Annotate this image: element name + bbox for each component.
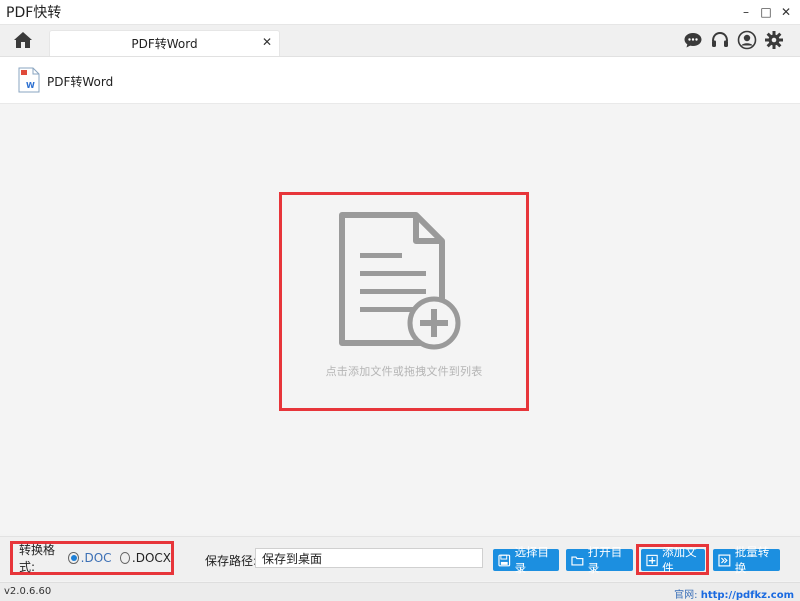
- choose-directory-label: 选择目录: [514, 545, 550, 575]
- chat-icon[interactable]: [683, 30, 703, 50]
- radio-doc-label[interactable]: .DOC: [81, 551, 112, 565]
- save-icon: [498, 554, 511, 566]
- radio-doc[interactable]: [68, 552, 79, 564]
- app-title: PDF快转: [6, 5, 62, 21]
- choose-directory-button[interactable]: 选择目录: [493, 545, 559, 575]
- gear-icon[interactable]: [764, 30, 784, 50]
- tab-label: PDF转Word: [131, 37, 198, 51]
- folder-icon: [571, 555, 584, 566]
- title-bar: PDF快转 – □ ✕: [0, 0, 800, 25]
- batch-convert-label: 批量转换: [734, 545, 770, 575]
- status-bar: v2.0.6.60 官网: http://pdfkz.com: [0, 582, 800, 601]
- headset-icon[interactable]: [710, 30, 730, 50]
- tab-pdf-to-word[interactable]: PDF转Word ✕: [49, 30, 280, 56]
- format-label: 转换格式:: [19, 543, 56, 574]
- format-selector: 转换格式: .DOC .DOCX: [10, 541, 174, 575]
- radio-docx-label[interactable]: .DOCX: [132, 551, 171, 565]
- maximize-button[interactable]: □: [756, 2, 776, 22]
- drop-hint: 点击添加文件或拖拽文件到列表: [325, 365, 483, 378]
- radio-docx[interactable]: [119, 552, 130, 564]
- page-header: W PDF转Word: [0, 57, 800, 104]
- website-info: 官网: http://pdfkz.com: [674, 586, 794, 601]
- close-button[interactable]: ✕: [776, 2, 796, 22]
- website-label: 官网:: [674, 590, 698, 601]
- svg-text:W: W: [26, 81, 35, 90]
- user-icon[interactable]: [737, 30, 757, 50]
- save-path-input[interactable]: [255, 548, 483, 568]
- page-title: PDF转Word: [47, 75, 114, 89]
- home-icon[interactable]: [13, 30, 33, 50]
- add-document-icon: [339, 212, 461, 350]
- minimize-button[interactable]: –: [736, 2, 756, 22]
- website-link[interactable]: http://pdfkz.com: [701, 590, 794, 601]
- save-path-label: 保存路径:: [205, 554, 258, 568]
- tab-close-icon[interactable]: ✕: [260, 35, 274, 49]
- header-icons: [683, 30, 784, 50]
- add-file-highlight: [636, 544, 709, 575]
- open-directory-button[interactable]: 打开目录: [566, 545, 633, 575]
- open-directory-label: 打开目录: [587, 545, 623, 575]
- word-document-icon: W: [18, 67, 40, 93]
- convert-icon: [718, 554, 731, 566]
- version-text: v2.0.6.60: [4, 586, 52, 597]
- batch-convert-button[interactable]: 批量转换: [713, 545, 780, 575]
- drop-zone[interactable]: 点击添加文件或拖拽文件到列表: [279, 192, 529, 411]
